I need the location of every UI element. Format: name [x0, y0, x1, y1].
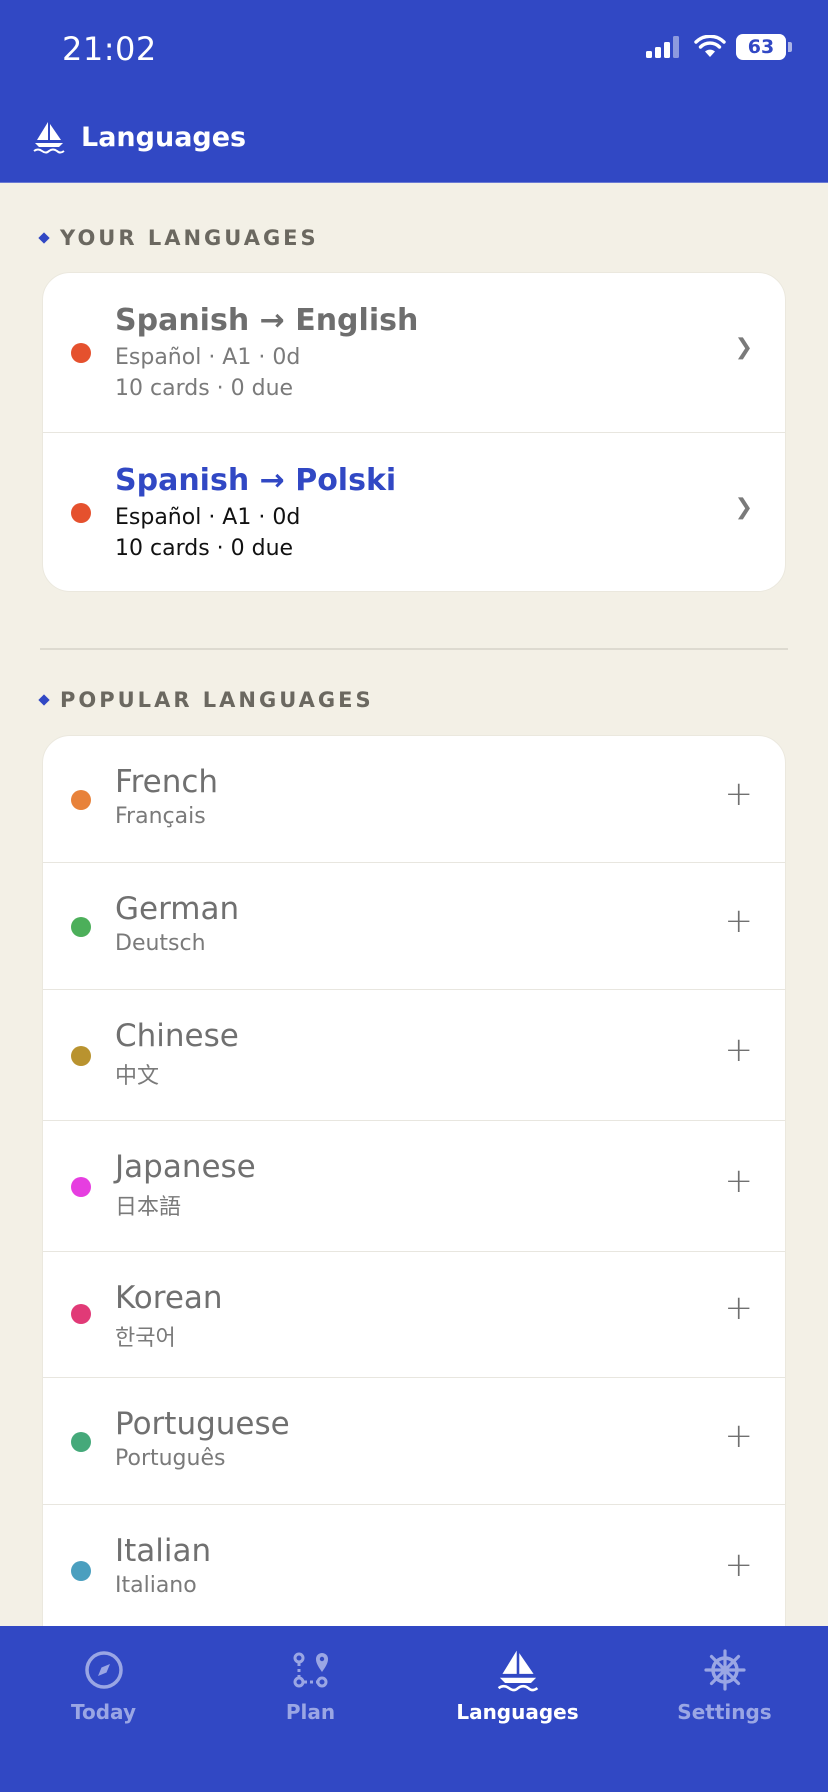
popular-language-item[interactable]: Chinese 中文 +: [43, 990, 785, 1121]
language-color-dot: [71, 1432, 91, 1452]
language-color-dot: [71, 1304, 91, 1324]
my-language-title: Spanish → Polski: [115, 463, 397, 498]
language-native-name: Italiano: [115, 1573, 197, 1598]
my-language-item[interactable]: Spanish → English Español · A1 · 0d 10 c…: [43, 273, 785, 433]
status-icons: 63: [646, 34, 792, 60]
language-native-name: Deutsch: [115, 931, 206, 956]
my-language-title: Spanish → English: [115, 303, 419, 338]
language-color-dot: [71, 1561, 91, 1581]
battery-level: 63: [747, 36, 775, 58]
language-name: French: [115, 764, 219, 800]
language-native-name: 中文: [115, 1064, 160, 1089]
sailboat-icon: [33, 122, 65, 154]
language-color-dot: [71, 1046, 91, 1066]
your-languages-heading: YOUR LANGUAGES: [38, 226, 319, 250]
chevron-right-icon: ❯: [734, 335, 753, 360]
tab-label: Plan: [285, 1700, 336, 1724]
language-name: German: [115, 891, 240, 927]
language-native-name: 日本語: [115, 1195, 182, 1220]
add-language-icon[interactable]: +: [725, 1416, 754, 1456]
signal-icon: [646, 36, 679, 58]
language-color-dot: [71, 790, 91, 810]
popular-language-item[interactable]: Japanese 日本語 +: [43, 1121, 785, 1252]
language-name: Chinese: [115, 1018, 239, 1054]
language-name: Italian: [115, 1533, 212, 1569]
your-languages-card: Spanish → English Español · A1 · 0d 10 c…: [42, 272, 786, 592]
my-language-meta: Español · A1 · 0d: [115, 345, 301, 370]
popular-language-item[interactable]: Korean 한국어 +: [43, 1252, 785, 1378]
header-title-row: Languages: [33, 120, 246, 154]
add-language-icon[interactable]: +: [725, 901, 754, 941]
tab-settings[interactable]: Settings: [621, 1648, 828, 1724]
diamond-icon: [38, 694, 50, 706]
tab-today[interactable]: Today: [0, 1648, 207, 1724]
chevron-right-icon: ❯: [734, 495, 753, 520]
my-language-meta: Español · A1 · 0d: [115, 505, 301, 530]
language-color-dot: [71, 917, 91, 937]
my-language-stats: 10 cards · 0 due: [115, 536, 294, 561]
popular-language-item[interactable]: French Français +: [43, 736, 785, 863]
popular-language-item[interactable]: German Deutsch +: [43, 863, 785, 990]
add-language-icon[interactable]: +: [725, 1030, 754, 1070]
tab-label: Languages: [456, 1700, 579, 1724]
page-title: Languages: [81, 121, 247, 153]
tab-languages[interactable]: Languages: [414, 1648, 621, 1724]
popular-language-item[interactable]: Portuguese Português +: [43, 1378, 785, 1505]
popular-language-item[interactable]: Italian Italiano +: [43, 1505, 785, 1645]
helm-icon: [703, 1649, 746, 1691]
popular-languages-heading: POPULAR LANGUAGES: [38, 688, 374, 712]
language-name: Portuguese: [115, 1406, 290, 1442]
tab-plan[interactable]: Plan: [207, 1648, 414, 1724]
my-language-item[interactable]: Spanish → Polski Español · A1 · 0d 10 ca…: [43, 433, 785, 591]
language-color-dot: [71, 343, 91, 363]
language-native-name: Português: [115, 1446, 226, 1471]
tab-label: Settings: [677, 1700, 772, 1724]
add-language-icon[interactable]: +: [725, 1288, 754, 1328]
language-name: Japanese: [115, 1149, 256, 1185]
popular-languages-card: French Français + German Deutsch + Chine…: [42, 735, 786, 1675]
my-language-stats: 10 cards · 0 due: [115, 376, 294, 401]
status-time: 21:02: [62, 30, 157, 68]
language-color-dot: [71, 503, 91, 523]
section-divider: [40, 648, 788, 650]
sailboat-icon: [497, 1650, 538, 1692]
language-native-name: Français: [115, 804, 206, 829]
compass-icon: [84, 1651, 123, 1689]
battery-cap: [788, 42, 792, 52]
bottom-tab-bar: Today Plan Languages Settings: [0, 1626, 828, 1792]
top-app-bar: 21:02 63 Languages: [0, 0, 828, 183]
language-color-dot: [71, 1177, 91, 1197]
diamond-icon: [38, 232, 50, 244]
language-native-name: 한국어: [115, 1326, 176, 1351]
wifi-icon: [694, 35, 726, 57]
your-languages-label: YOUR LANGUAGES: [60, 226, 319, 250]
popular-languages-label: POPULAR LANGUAGES: [60, 688, 374, 712]
add-language-icon[interactable]: +: [725, 1545, 754, 1585]
add-language-icon[interactable]: +: [725, 1161, 754, 1201]
route-icon: [293, 1652, 328, 1688]
add-language-icon[interactable]: +: [725, 774, 754, 814]
battery-indicator: 63: [736, 34, 786, 60]
tab-label: Today: [71, 1700, 136, 1724]
language-name: Korean: [115, 1280, 223, 1316]
